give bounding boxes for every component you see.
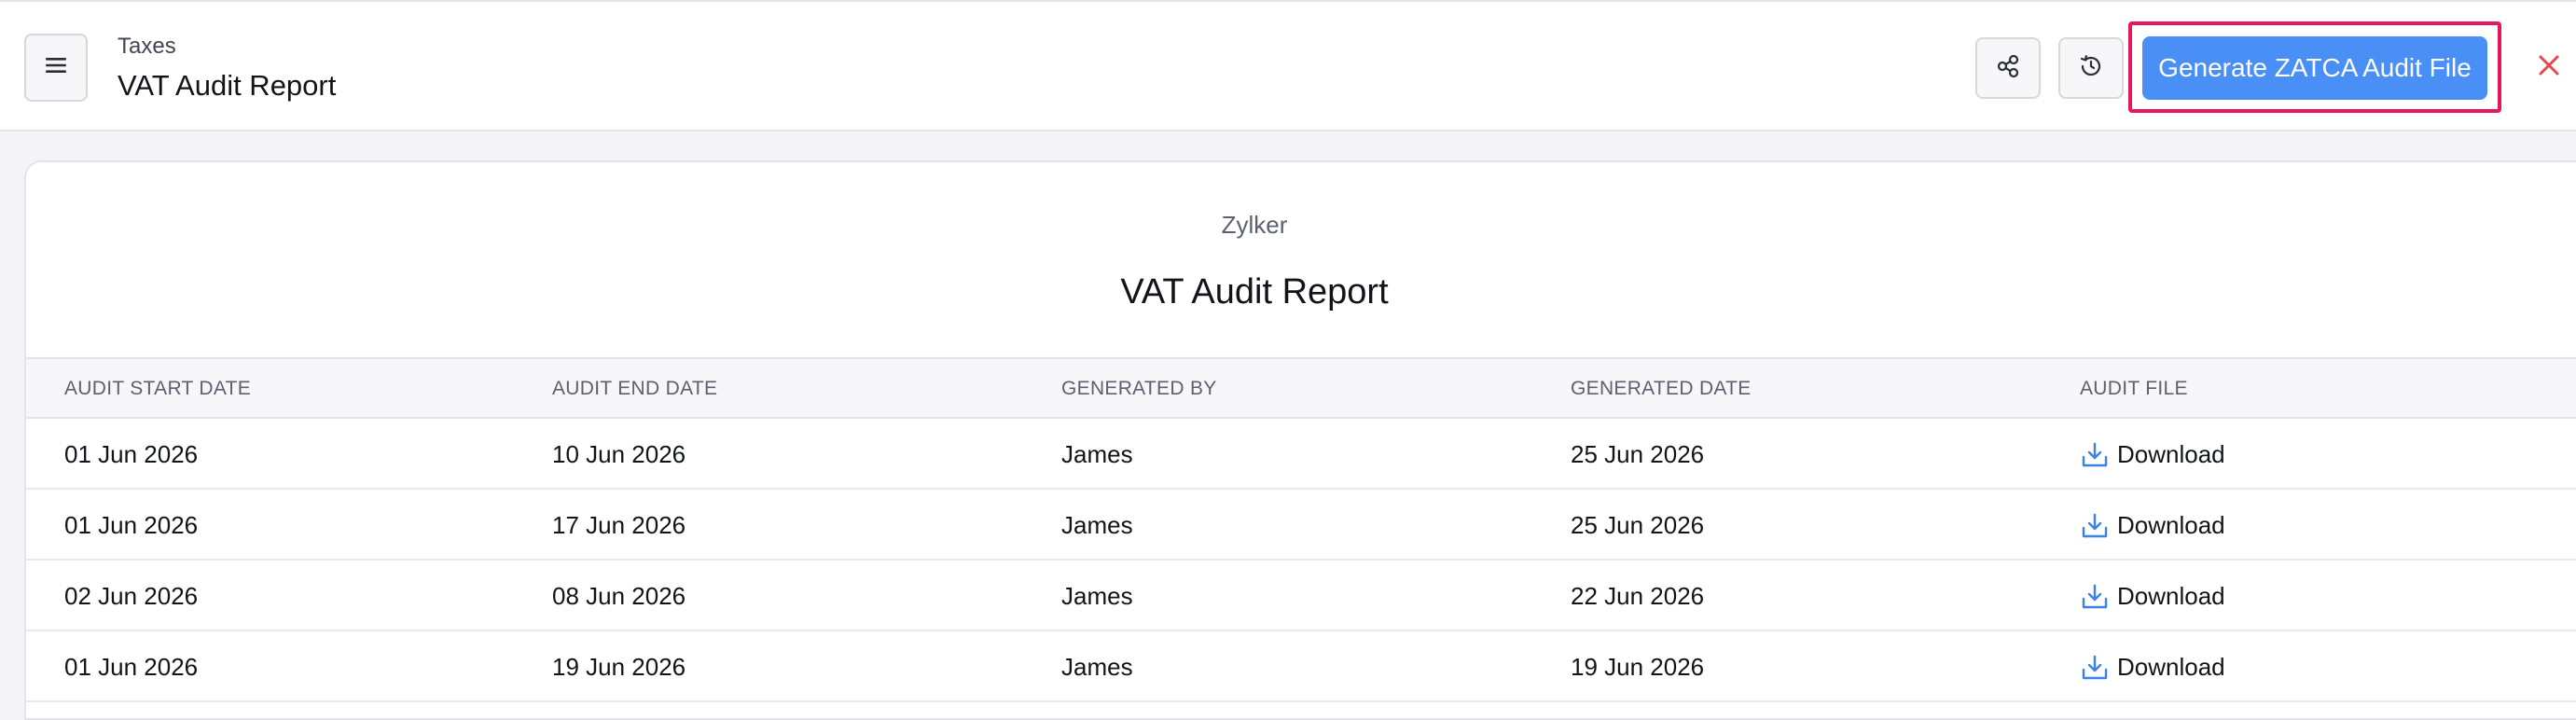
download-label: Download — [2117, 582, 2225, 610]
audit-end-date: 08 Jun 2026 — [552, 582, 686, 610]
audit-start-date: 01 Jun 2026 — [64, 511, 199, 539]
generated-date: 25 Jun 2026 — [1571, 440, 1705, 468]
generated-date: 22 Jun 2026 — [1571, 582, 1705, 610]
download-icon — [2080, 441, 2110, 469]
audit-end-date: 19 Jun 2026 — [552, 653, 686, 681]
generated-by: James — [1061, 440, 1133, 468]
download-link[interactable]: Download — [2080, 511, 2225, 540]
download-icon — [2080, 583, 2110, 611]
download-label: Download — [2117, 653, 2225, 681]
report-title: VAT Audit Report — [1120, 272, 1389, 312]
download-icon — [2080, 654, 2110, 682]
column-generated-by: GENERATED BY — [1061, 378, 1217, 399]
menu-button[interactable] — [24, 34, 88, 102]
column-audit-start-date: AUDIT START DATE — [64, 378, 252, 399]
hamburger-icon — [45, 56, 67, 79]
table-row: 01 Jun 2026 17 Jun 2026 James 25 Jun 202… — [26, 490, 2576, 561]
audit-end-date: 17 Jun 2026 — [552, 511, 686, 539]
generated-date: 19 Jun 2026 — [1571, 653, 1705, 681]
organization-name: Zylker — [1221, 211, 1288, 239]
download-label: Download — [2117, 511, 2225, 539]
audit-start-date: 02 Jun 2026 — [64, 582, 199, 610]
generate-zatca-audit-file-button[interactable]: Generate ZATCA Audit File — [2142, 36, 2487, 100]
column-audit-file: AUDIT FILE — [2080, 378, 2188, 399]
generated-by: James — [1061, 653, 1133, 681]
download-link[interactable]: Download — [2080, 440, 2225, 469]
download-link[interactable]: Download — [2080, 582, 2225, 611]
download-label: Download — [2117, 440, 2225, 468]
generated-by: James — [1061, 582, 1133, 610]
report-card: Zylker VAT Audit Report AUDIT START DATE… — [24, 160, 2576, 720]
table-row: 01 Jun 2026 10 Jun 2026 James 25 Jun 202… — [26, 419, 2576, 490]
generated-date: 25 Jun 2026 — [1571, 511, 1705, 539]
audit-start-date: 01 Jun 2026 — [64, 653, 199, 681]
table-header: AUDIT START DATE AUDIT END DATE GENERATE… — [26, 357, 2576, 419]
column-generated-date: GENERATED DATE — [1571, 378, 1752, 399]
download-link[interactable]: Download — [2080, 653, 2225, 682]
close-button[interactable] — [2535, 53, 2563, 81]
audit-table: AUDIT START DATE AUDIT END DATE GENERATE… — [26, 357, 2576, 702]
table-row: 01 Jun 2026 19 Jun 2026 James 19 Jun 202… — [26, 631, 2576, 702]
breadcrumb: Taxes — [118, 34, 176, 59]
audit-start-date: 01 Jun 2026 — [64, 440, 199, 468]
download-icon — [2080, 512, 2110, 540]
table-row: 02 Jun 2026 08 Jun 2026 James 22 Jun 202… — [26, 561, 2576, 631]
top-header: Taxes VAT Audit Report Generate ZATCA Au… — [0, 0, 2576, 132]
close-icon — [2538, 54, 2560, 81]
share-icon — [1995, 53, 2021, 84]
page-title: VAT Audit Report — [118, 69, 337, 102]
history-button[interactable] — [2058, 37, 2124, 99]
history-icon — [2077, 52, 2105, 85]
share-button[interactable] — [1975, 37, 2041, 99]
generated-by: James — [1061, 511, 1133, 539]
column-audit-end-date: AUDIT END DATE — [552, 378, 718, 399]
audit-end-date: 10 Jun 2026 — [552, 440, 686, 468]
